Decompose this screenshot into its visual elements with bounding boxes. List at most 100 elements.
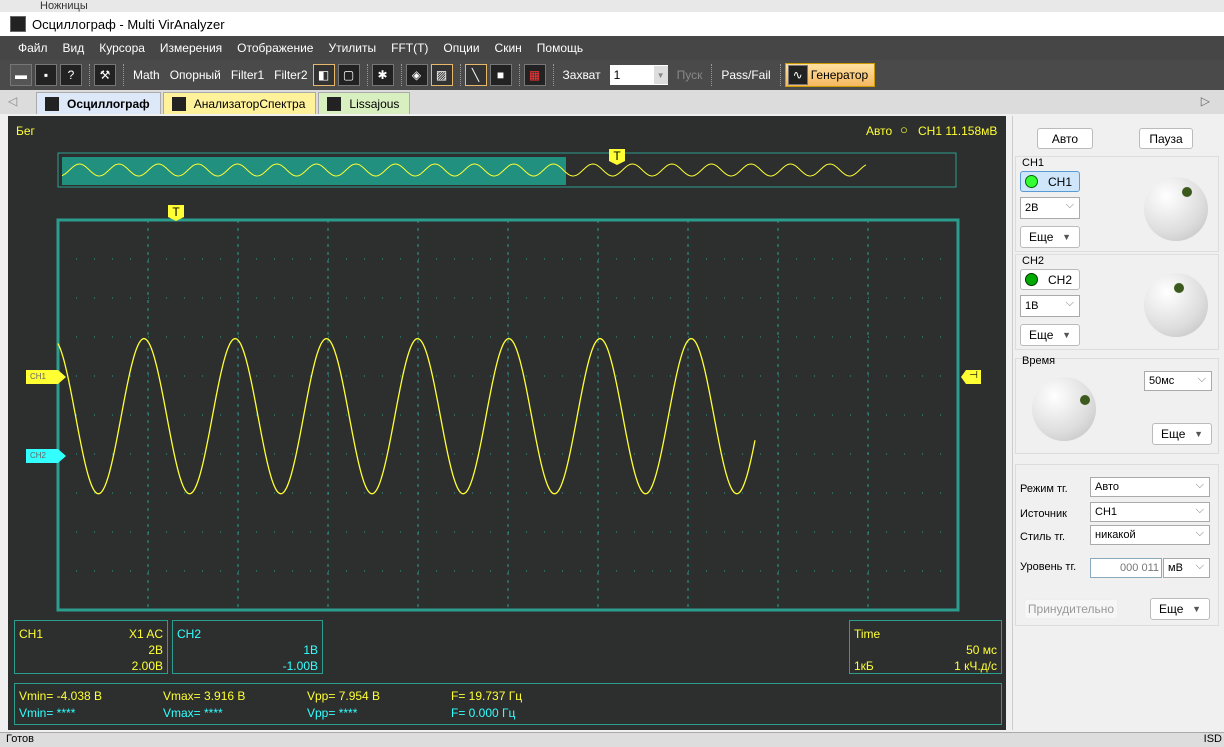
ch1-info-vdiv: 2В	[148, 643, 163, 657]
time-info-memory: 1кБ	[854, 659, 874, 673]
math-button[interactable]: Math	[133, 68, 160, 82]
menu-help[interactable]: Помощь	[537, 41, 583, 55]
ch1-waveform	[57, 337, 756, 495]
save-icon[interactable]: ▪	[35, 64, 57, 86]
ch2-info-name: CH2	[177, 627, 202, 641]
time-info-tdiv: 50 мс	[966, 643, 997, 657]
single-view-icon[interactable]: ▢	[337, 64, 360, 86]
trigger-unit-select[interactable]: мВ	[1163, 558, 1210, 578]
tab-lissajous[interactable]: Lissajous	[318, 92, 411, 114]
generator-button[interactable]: ∿ Генератор	[784, 63, 876, 87]
menu-file[interactable]: Файл	[18, 41, 48, 55]
menu-display[interactable]: Отображение	[237, 41, 313, 55]
help-icon[interactable]: ?	[60, 64, 82, 86]
ch2-volts-knob[interactable]	[1144, 273, 1208, 337]
ch1-info-probe: X1 AC	[128, 627, 163, 641]
open-icon[interactable]: ▬	[10, 64, 32, 86]
ch1-more-button[interactable]: Еще	[1020, 226, 1080, 248]
capture-select[interactable]: 1 ▼	[609, 65, 668, 85]
ch2-vmax: Vmax= ****	[163, 706, 223, 720]
ch1-info-name: CH1	[19, 627, 44, 641]
ch1-toggle-button[interactable]: CH1	[1020, 171, 1080, 192]
generator-label: Генератор	[810, 68, 869, 82]
time-info-rate: 1 кЧ.д/с	[954, 659, 997, 673]
ch2-toggle-button[interactable]: CH2	[1020, 269, 1080, 290]
filter1-button[interactable]: Filter1	[231, 68, 264, 82]
time-info-name: Time	[854, 627, 881, 641]
menu-view[interactable]: Вид	[63, 41, 85, 55]
ch1-vpp: Vpp= 7.954 В	[307, 689, 381, 703]
start-button[interactable]: Пуск	[677, 68, 703, 82]
lissajous-icon	[327, 96, 342, 111]
auto-button[interactable]: Авто	[1037, 128, 1093, 149]
stop-icon[interactable]: ■	[489, 64, 512, 86]
ch2-freq: F= 0.000 Гц	[451, 706, 516, 720]
time-more-button[interactable]: Еще	[1152, 423, 1212, 445]
split-view-icon[interactable]: ◧	[312, 64, 335, 86]
trigger-source-select[interactable]: CH1	[1090, 502, 1210, 522]
spectrum-icon	[171, 96, 186, 111]
ch2-vdiv-select[interactable]: 1В	[1020, 295, 1080, 317]
overview-visible-window	[62, 157, 566, 185]
tab-spectrum[interactable]: АнализаторСпектра	[162, 92, 317, 114]
ch1-led-icon	[1025, 175, 1038, 188]
trigger-group: Режим тг. Авто Источник тг. CH1 Стиль тг…	[1015, 464, 1219, 626]
ch1-toggle-label: CH1	[1048, 174, 1073, 189]
menu-bar: Файл Вид Курсора Измерения Отображение Утилит…	[0, 36, 1224, 60]
ch2-vpp: Vpp= ****	[307, 706, 358, 720]
trigger-mode-select[interactable]: Авто	[1090, 477, 1210, 497]
dropdown-arrow-icon: ▼	[653, 66, 668, 84]
ch1-freq: F= 19.737 Гц	[451, 689, 523, 703]
tab-bar: ◁ Осциллограф АнализаторСпектра Lissajou…	[0, 90, 1224, 114]
status-right: ISD	[1203, 733, 1222, 745]
menu-cursors[interactable]: Курсора	[99, 41, 145, 55]
tab-oscilloscope[interactable]: Осциллограф	[36, 92, 161, 114]
filter2-button[interactable]: Filter2	[274, 68, 307, 82]
menu-fft[interactable]: FFT(T)	[391, 41, 428, 55]
ch1-vmax: Vmax= 3.916 В	[163, 689, 246, 703]
tab-scroll-right-icon[interactable]: ▷	[1201, 94, 1210, 108]
ch2-toggle-label: CH2	[1048, 272, 1073, 287]
time-knob[interactable]	[1032, 377, 1096, 441]
knob-indicator	[1174, 283, 1184, 293]
reference-button[interactable]: Опорный	[170, 68, 221, 82]
menu-skin[interactable]: Скин	[495, 41, 522, 55]
tab-label: АнализаторСпектра	[193, 96, 306, 111]
ch1-info-offset: 2.00В	[131, 659, 163, 673]
color-icon[interactable]: ▦	[523, 64, 546, 86]
passfail-button[interactable]: Pass/Fail	[721, 68, 770, 82]
ch1-vmin: Vmin= -4.038 В	[19, 689, 103, 703]
trigger-source-label: Источник тг.	[1020, 508, 1067, 520]
ch2-marker[interactable]: CH2	[26, 449, 66, 463]
menu-options[interactable]: Опции	[443, 41, 479, 55]
screenshot-icon[interactable]: ▨	[430, 64, 453, 86]
ch1-marker[interactable]: CH1	[26, 370, 66, 384]
line-draw-icon[interactable]: ╲	[464, 64, 487, 86]
ch2-group-label: CH2	[1022, 255, 1045, 267]
knob-indicator	[1182, 187, 1192, 197]
ch1-info-box: CH1 X1 AC 2В 2.00В	[14, 620, 168, 674]
title-bar: Осциллограф - Multi VirAnalyzer	[0, 12, 1224, 36]
ch1-volts-knob[interactable]	[1144, 177, 1208, 241]
menu-measure[interactable]: Измерения	[160, 41, 222, 55]
crosshair-icon[interactable]: ✱	[371, 64, 394, 86]
hammer-icon[interactable]: ⚒	[94, 64, 116, 86]
menu-utilities[interactable]: Утилиты	[328, 41, 376, 55]
tab-scroll-left-icon[interactable]: ◁	[8, 94, 17, 108]
pause-button[interactable]: Пауза	[1139, 128, 1193, 149]
ch1-vdiv-select[interactable]: 2В	[1020, 197, 1080, 219]
tab-label: Lissajous	[349, 96, 400, 111]
trigger-level-input[interactable]: 000 011	[1090, 558, 1162, 578]
trigger-more-button[interactable]: Еще	[1150, 598, 1210, 620]
ch2-group: CH2 CH2 1В Еще	[1015, 254, 1219, 350]
app-icon	[10, 16, 26, 32]
force-trigger-button[interactable]: Принудительно	[1024, 599, 1118, 619]
ch2-more-button[interactable]: Еще	[1020, 324, 1080, 346]
scope-display: Бег Авто ○ CH1 11.158мВ CH1 CH2 T T ⊣ CH…	[8, 116, 1006, 730]
ch2-info-box: CH2 1В -1.00В	[172, 620, 323, 674]
time-group: Время 50мс Еще	[1015, 355, 1219, 454]
ch2-led-icon	[1025, 273, 1038, 286]
persist-icon[interactable]: ◈	[405, 64, 428, 86]
trigger-style-select[interactable]: никакой	[1090, 525, 1210, 545]
time-div-select[interactable]: 50мс	[1144, 371, 1212, 391]
